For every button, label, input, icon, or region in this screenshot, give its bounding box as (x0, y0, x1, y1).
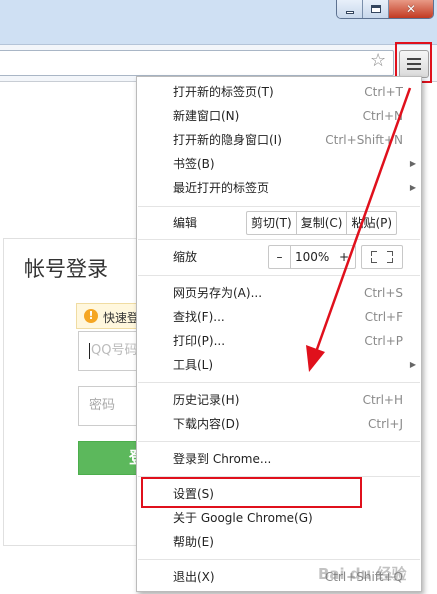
maximize-icon (370, 5, 381, 13)
warning-icon: ! (84, 309, 98, 323)
login-title: 帐号登录 (24, 257, 108, 281)
window-titlebar: ✕ (0, 0, 437, 44)
menu-item-save-page[interactable]: 网页另存为(A)... Ctrl+S (173, 282, 403, 304)
menu-item-about[interactable]: 关于 Google Chrome(G) (173, 507, 403, 529)
paste-button[interactable]: 粘贴(P) (347, 212, 396, 234)
maximize-button[interactable] (363, 0, 389, 18)
zoom-in-button[interactable]: + (333, 246, 355, 268)
menu-item-recent-tabs[interactable]: 最近打开的标签页 (173, 177, 403, 199)
zoom-level: 100% (295, 250, 330, 264)
address-bar[interactable] (0, 50, 394, 76)
qq-number-placeholder: QQ号码 (91, 343, 138, 358)
menu-separator (138, 239, 420, 240)
zoom-control-group: – 100% + (268, 245, 356, 269)
minimize-button[interactable] (337, 0, 363, 18)
menu-separator (138, 559, 420, 560)
chrome-menu: 打开新的标签页(T) Ctrl+T 新建窗口(N) Ctrl+N 打开新的隐身窗… (136, 76, 422, 592)
menu-separator (138, 206, 420, 207)
menu-item-tools[interactable]: 工具(L) (173, 354, 403, 376)
cut-button[interactable]: 剪切(T) (247, 212, 297, 234)
watermark-logo: Bai du 经验 (318, 565, 407, 583)
text-caret (89, 342, 90, 359)
menu-item-find[interactable]: 查找(F)... Ctrl+F (173, 306, 403, 328)
submenu-arrow-icon: ▶ (409, 183, 416, 192)
password-placeholder: 密码 (89, 398, 116, 413)
menu-item-history[interactable]: 历史记录(H) Ctrl+H (173, 389, 403, 411)
fullscreen-icon (371, 251, 377, 256)
menu-separator (138, 441, 420, 442)
menu-item-downloads[interactable]: 下载内容(D) Ctrl+J (173, 413, 403, 435)
fullscreen-button[interactable] (361, 245, 403, 269)
bookmark-star-icon[interactable]: ☆ (370, 52, 386, 70)
submenu-arrow-icon: ▶ (409, 360, 416, 369)
edit-button-group: 剪切(T) 复制(C) 粘贴(P) (246, 211, 398, 235)
close-button[interactable]: ✕ (389, 0, 433, 18)
menu-item-new-window[interactable]: 新建窗口(N) Ctrl+N (173, 105, 403, 127)
minimize-icon (345, 10, 354, 14)
menu-item-new-tab[interactable]: 打开新的标签页(T) Ctrl+T (173, 81, 403, 103)
submenu-arrow-icon: ▶ (409, 159, 416, 168)
menu-item-print[interactable]: 打印(P)... Ctrl+P (173, 330, 403, 352)
menu-item-bookmarks[interactable]: 书签(B) (173, 153, 403, 175)
settings-highlight-box (141, 477, 362, 508)
menu-item-signin[interactable]: 登录到 Chrome... (173, 448, 403, 470)
quick-login-text: 快速登 (103, 311, 140, 325)
menu-separator (138, 275, 420, 276)
close-icon: ✕ (405, 2, 417, 16)
menu-item-help[interactable]: 帮助(E) (173, 531, 403, 553)
window-controls: ✕ (336, 0, 434, 19)
menu-item-incognito[interactable]: 打开新的隐身窗口(I) Ctrl+Shift+N (173, 129, 403, 151)
copy-button[interactable]: 复制(C) (297, 212, 348, 234)
menu-separator (138, 382, 420, 383)
zoom-out-button[interactable]: – (269, 246, 291, 268)
